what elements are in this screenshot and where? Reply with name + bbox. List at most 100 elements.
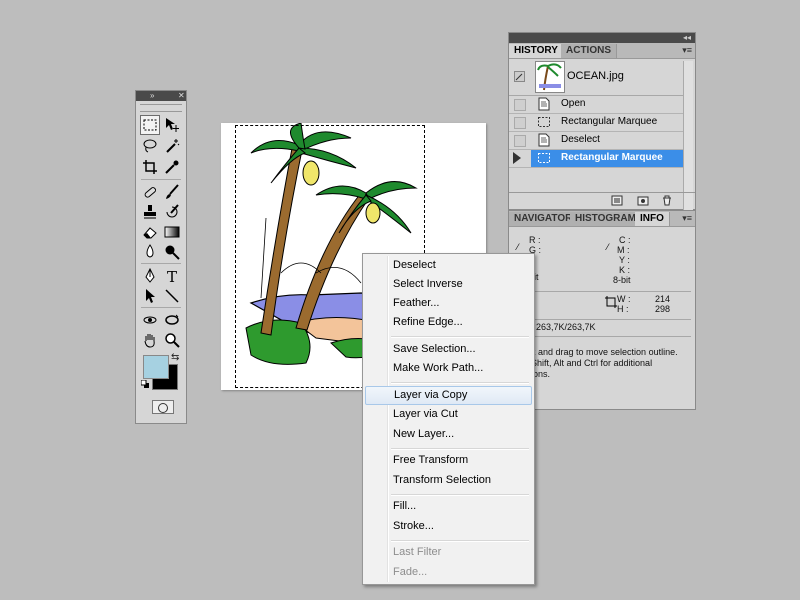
type-tool-icon[interactable]: T [162, 266, 182, 286]
trash-icon[interactable] [661, 195, 673, 206]
clone-stamp-tool-icon[interactable] [140, 202, 160, 222]
line-tool-icon[interactable] [162, 286, 182, 306]
tools-separator [141, 263, 181, 264]
menu-item-select-inverse[interactable]: Select Inverse [365, 275, 532, 294]
foreground-color-swatch[interactable] [143, 355, 169, 379]
tab-actions[interactable]: ACTIONS [561, 44, 617, 58]
panel-menu-icon[interactable]: ▾≡ [682, 213, 692, 224]
info-h-label: H : [617, 304, 629, 314]
menu-item-transform-selection[interactable]: Transform Selection [365, 471, 532, 490]
menu-item-fade: Fade... [393, 566, 428, 578]
menu-item-stroke[interactable]: Stroke... [365, 517, 532, 536]
history-state[interactable]: Open [509, 96, 684, 114]
tab-info[interactable]: INFO [635, 212, 670, 226]
history-state[interactable]: Deselect [509, 132, 684, 150]
close-icon[interactable]: ✕ [178, 91, 185, 101]
path-selection-tool-icon[interactable] [140, 286, 160, 306]
info-width-value: 214 [655, 294, 671, 304]
panel-menu-icon[interactable]: ▾≡ [682, 45, 692, 56]
history-brush-tool-icon[interactable] [162, 202, 182, 222]
menu-item-layer-via-copy[interactable]: Layer via Copy [365, 386, 532, 405]
menu-separator [391, 448, 529, 450]
menu-item-make-work-path[interactable]: Make Work Path... [365, 359, 532, 378]
document-icon [538, 97, 550, 111]
context-menu: Deselect Select Inverse Feather... Refin… [362, 253, 535, 585]
info-hint-line: k and drag to move selection outline. [531, 347, 678, 357]
tab-histogram[interactable]: HISTOGRAM [570, 212, 642, 226]
eraser-tool-icon[interactable] [140, 222, 160, 242]
collapse-icon[interactable]: ◂◂ [683, 33, 691, 43]
info-body: ⁄ R : G : : bit ⁄ C : M : Y : K : 8-bit … [509, 228, 695, 409]
menu-item-layer-via-cut[interactable]: Layer via Cut [365, 405, 532, 424]
brush-tool-icon[interactable] [162, 182, 182, 202]
hand-tool-icon[interactable] [140, 330, 160, 350]
menu-item-save-selection[interactable]: Save Selection... [365, 340, 532, 359]
menu-item-new-layer[interactable]: New Layer... [365, 425, 532, 444]
info-y-label: Y : [619, 255, 630, 265]
snapshot-thumbnail [535, 61, 565, 93]
selection-size-icon [605, 296, 617, 308]
snapshot-source-brush-icon[interactable] [514, 71, 525, 82]
menu-item-refine-edge[interactable]: Refine Edge... [365, 313, 532, 332]
marquee-icon [538, 117, 550, 127]
dodge-tool-icon[interactable] [162, 242, 182, 262]
history-state-checkbox[interactable] [514, 135, 526, 147]
tab-navigator[interactable]: NAVIGATOR [509, 212, 579, 226]
history-state-checkbox[interactable] [514, 117, 526, 129]
menu-item-last-filter: Last Filter [393, 546, 442, 558]
blur-tool-icon[interactable] [140, 242, 160, 262]
panel-grip[interactable] [140, 104, 182, 112]
history-state[interactable]: Rectangular Marquee [509, 114, 684, 132]
info-divider [513, 319, 691, 320]
history-panel: ◂◂ HISTORY ACTIONS ▾≡ OCEAN.jpg Open Rec… [508, 32, 696, 221]
info-hint-line: Shift, Alt and Ctrl for additional [531, 358, 653, 368]
info-doc-size: : 263,7K/263,7K [531, 322, 596, 332]
lasso-tool-icon[interactable] [140, 136, 160, 156]
eyedropper-tool-icon[interactable] [162, 157, 182, 177]
info-m-label: M : [617, 245, 630, 255]
history-snapshot[interactable]: OCEAN.jpg [509, 59, 684, 96]
info-w-label: W : [617, 294, 631, 304]
history-list: OCEAN.jpg Open Rectangular Marquee Desel… [509, 59, 684, 168]
menu-item-free-transform[interactable]: Free Transform [365, 451, 532, 470]
create-snapshot-icon[interactable] [637, 195, 649, 206]
magic-wand-tool-icon[interactable] [162, 136, 182, 156]
marquee-icon [538, 153, 550, 163]
3d-rotate-tool-icon[interactable] [140, 310, 160, 330]
menu-item-feather[interactable]: Feather... [365, 294, 532, 313]
healing-brush-tool-icon[interactable] [140, 182, 160, 202]
crop-tool-icon[interactable] [140, 157, 160, 177]
info-k-label: K : [619, 265, 631, 275]
info-bit-depth-right: 8-bit [613, 275, 631, 285]
history-panel-titlebar[interactable]: ◂◂ [509, 33, 695, 43]
menu-separator [391, 494, 529, 496]
gradient-tool-icon[interactable] [162, 222, 182, 242]
move-tool-icon[interactable] [162, 115, 182, 135]
info-r-label: R : [529, 235, 541, 245]
eyedropper-icon: ⁄ [607, 242, 609, 252]
quick-mask-button[interactable] [152, 400, 174, 414]
3d-orbit-tool-icon[interactable] [162, 310, 182, 330]
menu-item-deselect[interactable]: Deselect [365, 256, 532, 275]
swap-colors-icon[interactable]: ⇆ [171, 352, 179, 363]
default-colors-icon[interactable] [141, 380, 149, 388]
history-state-label: Rectangular Marquee [561, 152, 663, 163]
history-state-label: Deselect [561, 134, 600, 145]
menu-separator [391, 336, 529, 338]
rectangular-marquee-tool-icon[interactable] [140, 115, 160, 135]
info-tabrow: NAVIGATOR HISTOGRAM INFO ▾≡ [509, 211, 695, 227]
collapse-icon[interactable]: » [150, 91, 154, 101]
history-state-selected[interactable]: Rectangular Marquee [509, 150, 684, 168]
pen-tool-icon[interactable] [140, 266, 160, 286]
zoom-tool-icon[interactable] [162, 330, 182, 350]
new-document-from-state-icon[interactable] [611, 195, 623, 206]
tools-separator [141, 179, 181, 180]
history-state-checkbox[interactable] [514, 99, 526, 111]
tab-history[interactable]: HISTORY [509, 44, 564, 58]
history-state-marker-icon [513, 152, 521, 164]
tools-titlebar[interactable]: » ✕ [136, 91, 186, 101]
info-height-value: 298 [655, 304, 671, 314]
info-panel: NAVIGATOR HISTOGRAM INFO ▾≡ ⁄ R : G : : … [508, 210, 696, 410]
menu-item-fill[interactable]: Fill... [365, 497, 532, 516]
info-c-label: C : [619, 235, 631, 245]
